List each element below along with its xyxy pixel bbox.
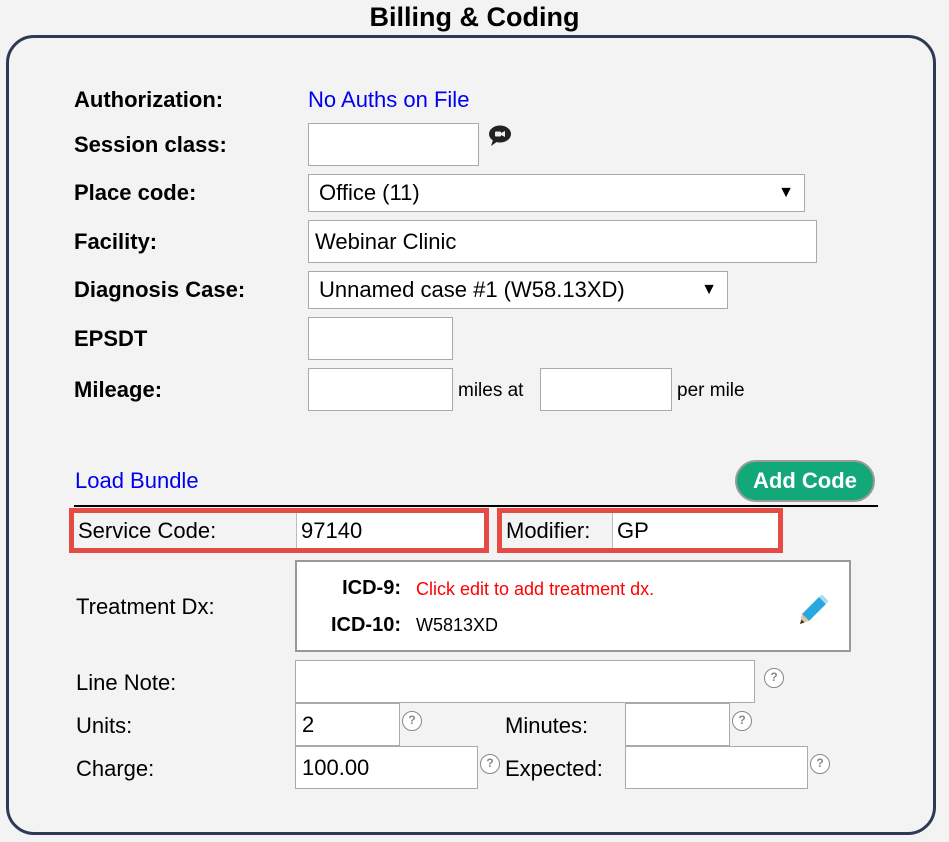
chevron-down-icon: ▼ [778,184,794,201]
diagnosis-case-selected: Unnamed case #1 (W58.13XD) [319,277,625,302]
epsdt-input[interactable] [308,317,453,360]
place-code-select[interactable]: Office (11) ▼ [308,174,805,212]
help-icon[interactable]: ? [810,754,830,774]
miles-at-text: miles at [458,380,524,401]
divider [74,505,878,507]
load-bundle-link[interactable]: Load Bundle [75,468,199,494]
pencil-edit-icon[interactable] [797,594,829,626]
add-code-button[interactable]: Add Code [735,460,875,502]
treatment-dx-box: ICD-9: Click edit to add treatment dx. I… [295,560,851,652]
facility-label: Facility: [74,229,158,254]
service-code-input[interactable]: 97140 [296,513,484,548]
treatment-dx-label: Treatment Dx: [76,594,215,619]
place-code-selected: Office (11) [319,180,420,205]
expected-label: Expected: [505,756,603,781]
session-class-label: Session class: [74,132,227,157]
diagnosis-case-select[interactable]: Unnamed case #1 (W58.13XD) ▼ [308,271,728,309]
service-code-field: Service Code: 97140 [69,508,489,553]
units-label: Units: [76,713,133,738]
modifier-label: Modifier: [506,517,591,543]
video-chat-icon[interactable] [487,124,513,148]
modifier-field: Modifier: GP [497,508,783,553]
icd9-label: ICD-9: [342,577,401,599]
line-note-label: Line Note: [76,670,177,695]
mileage-miles-input[interactable] [308,368,453,411]
help-icon[interactable]: ? [402,711,422,731]
session-class-input[interactable] [308,123,479,166]
minutes-input[interactable] [625,703,730,746]
authorization-label: Authorization: [74,87,224,112]
line-note-input[interactable] [295,660,755,703]
per-mile-text: per mile [677,380,745,401]
icd10-label: ICD-10: [330,614,401,636]
mileage-label: Mileage: [74,377,163,402]
help-icon[interactable]: ? [732,711,752,731]
icd10-value: W5813XD [416,615,499,635]
authorization-link[interactable]: No Auths on File [308,87,469,113]
help-icon[interactable]: ? [480,754,500,774]
chevron-down-icon: ▼ [701,281,717,298]
expected-input[interactable] [625,746,808,789]
icd9-value: Click edit to add treatment dx. [416,579,655,599]
charge-input[interactable]: 100.00 [295,746,478,789]
place-code-label: Place code: [74,180,197,205]
epsdt-label: EPSDT [74,326,148,351]
charge-label: Charge: [76,756,155,781]
mileage-rate-input[interactable] [540,368,672,411]
service-code-label: Service Code: [78,517,217,543]
help-icon[interactable]: ? [764,668,784,688]
page-title: Billing & Coding [369,2,580,32]
modifier-input[interactable]: GP [612,513,778,548]
facility-input[interactable]: Webinar Clinic [308,220,817,263]
units-input[interactable]: 2 [295,703,400,746]
diagnosis-case-label: Diagnosis Case: [74,277,246,302]
minutes-label: Minutes: [505,713,589,738]
